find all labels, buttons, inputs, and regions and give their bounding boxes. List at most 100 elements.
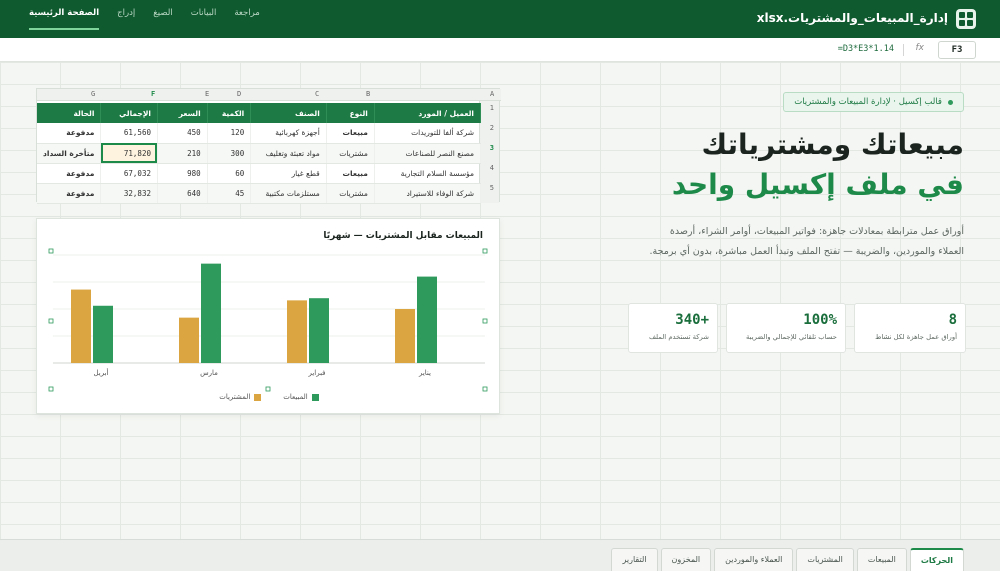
stat-card: 8 أوراق عمل جاهزة لكل نشاط — [854, 303, 966, 353]
badge-dot-icon — [948, 99, 953, 105]
menu-item-insert[interactable]: إدراج — [108, 0, 144, 38]
cell[interactable]: 45 — [207, 183, 252, 204]
stat-card: +340 شركة تستخدم الملف — [628, 303, 718, 353]
menu-item-data[interactable]: البيانات — [182, 0, 226, 38]
bar-purchases — [71, 289, 91, 363]
column-header[interactable]: الحالة — [37, 103, 102, 123]
x-tick-label: أبريل — [93, 368, 108, 377]
tab-sales[interactable]: المبيعات — [856, 548, 907, 571]
col-letter[interactable]: C — [315, 90, 319, 98]
resize-handle — [48, 318, 54, 324]
cell[interactable]: مبيعات — [326, 163, 375, 184]
cell[interactable]: 300 — [207, 143, 252, 164]
resize-handle — [265, 386, 271, 392]
stat-value: 8 — [948, 312, 957, 328]
stat-value: +340 — [675, 312, 709, 328]
cell[interactable]: 61,560 — [100, 123, 158, 144]
cell[interactable]: 450 — [157, 123, 208, 144]
badge-label: قالب إكسيل · لإدارة المبيعات والمشتريات — [794, 97, 942, 107]
table-row: مؤسسة السلام التجارية مبيعات قطع غيار 60… — [37, 163, 482, 184]
col-letter[interactable]: F — [151, 90, 155, 98]
column-header[interactable]: النوع — [326, 103, 375, 123]
tab-customers-suppliers[interactable]: العملاء والموردين — [714, 548, 794, 571]
row-number[interactable]: 3 — [490, 144, 494, 152]
stats-row: 8 أوراق عمل جاهزة لكل نشاط 100% حساب تلق… — [628, 303, 966, 353]
cell[interactable]: مشتريات — [326, 183, 375, 204]
cell[interactable]: شركة الوفاء للاستيراد — [374, 183, 482, 204]
cell[interactable]: مستلزمات مكتبية — [250, 183, 327, 204]
tab-reports[interactable]: التقارير — [611, 548, 658, 571]
col-letter[interactable]: B — [366, 90, 370, 98]
grid-app-icon — [956, 9, 976, 29]
cell[interactable]: مؤسسة السلام التجارية — [374, 163, 482, 184]
resize-handle — [48, 248, 54, 254]
transactions-table: العميل / المورد النوع الصنف الكمية السعر… — [37, 103, 482, 204]
col-letter[interactable]: D — [237, 90, 241, 98]
cell[interactable]: مواد تعبئة وتغليف — [250, 143, 327, 164]
cell[interactable]: 980 — [157, 163, 208, 184]
row-number[interactable]: 5 — [490, 184, 494, 192]
cell[interactable]: مدفوعة — [37, 183, 102, 204]
cell[interactable]: أجهزة كهربائية — [250, 123, 327, 144]
cell[interactable]: متأخرة السداد — [37, 143, 102, 164]
menu-item-review[interactable]: مراجعة — [225, 0, 269, 38]
bar-sales — [93, 305, 113, 363]
cell-reference-box[interactable]: F3 — [938, 41, 976, 59]
menu-item-home[interactable]: الصفحة الرئيسية — [20, 0, 108, 38]
legend-swatch — [311, 393, 319, 401]
table-row: شركة ألفا للتوريدات مبيعات أجهزة كهربائي… — [37, 123, 482, 144]
table-row: شركة الوفاء للاستيراد مشتريات مستلزمات م… — [37, 183, 482, 204]
cell[interactable]: 60 — [207, 163, 252, 184]
cell[interactable]: 640 — [157, 183, 208, 204]
col-letter[interactable]: A — [490, 90, 494, 98]
legend-item: المشتريات — [219, 393, 262, 401]
legend-swatch — [254, 393, 262, 401]
chart-legend: المبيعات المشتريات — [37, 393, 501, 401]
column-header[interactable]: الإجمالي — [100, 103, 158, 123]
chart-card[interactable]: المبيعات مقابل المشتريات — شهريًا يناير ف… — [36, 218, 500, 414]
col-letter[interactable]: G — [91, 90, 95, 98]
spreadsheet: A B C D E F G 1 2 3 4 5 العميل / المورد … — [36, 88, 501, 204]
cell[interactable]: قطع غيار — [250, 163, 327, 184]
cell[interactable]: مدفوعة — [37, 163, 102, 184]
column-header[interactable]: الصنف — [250, 103, 327, 123]
col-letter[interactable]: E — [205, 90, 209, 98]
cell[interactable]: 210 — [157, 143, 208, 164]
x-tick-label: فبراير — [307, 369, 325, 377]
legend-item: المبيعات — [283, 393, 319, 401]
resize-handle — [482, 386, 488, 392]
cell[interactable]: مصنع النصر للصناعات — [374, 143, 482, 164]
row-number[interactable]: 2 — [490, 124, 494, 132]
hero-description: أوراق عمل مترابطة بمعادلات جاهزة: فواتير… — [649, 226, 964, 257]
cell[interactable]: 120 — [207, 123, 252, 144]
sheet-tabbar: الحركات المبيعات المشتريات العملاء والمو… — [0, 539, 1000, 571]
column-header[interactable]: الكمية — [207, 103, 252, 123]
hero-title-line1: مبيعاتك ومشترياتك — [701, 128, 964, 161]
resize-handle — [48, 386, 54, 392]
resize-handle — [482, 318, 488, 324]
menu-item-formulas[interactable]: الصيغ — [144, 0, 181, 38]
divider — [903, 44, 904, 56]
bar-chart: يناير فبراير مارس أبريل — [48, 248, 488, 392]
cell[interactable]: شركة ألفا للتوريدات — [374, 123, 482, 144]
bar-sales — [201, 263, 221, 363]
cell[interactable]: مبيعات — [326, 123, 375, 144]
stat-card: 100% حساب تلقائي للإجمالي والضريبة — [726, 303, 846, 353]
hero-title-line2: في ملف إكسيل واحد — [671, 168, 964, 201]
file-title: إدارة_المبيعات_والمشتريات.xlsx — [756, 11, 948, 25]
column-letters: A B C D E F G — [37, 89, 501, 101]
tab-purchases[interactable]: المشتريات — [796, 548, 854, 571]
tab-transactions[interactable]: الحركات — [909, 548, 964, 571]
tab-inventory[interactable]: المخزون — [660, 548, 712, 571]
cell[interactable]: 32,832 — [100, 183, 158, 204]
selected-cell[interactable]: 71,820 — [100, 143, 158, 164]
formula-input[interactable]: =D3*E3*1.14 — [838, 44, 894, 54]
column-header[interactable]: العميل / المورد — [374, 103, 482, 123]
row-number[interactable]: 4 — [490, 164, 494, 172]
cell[interactable]: مشتريات — [326, 143, 375, 164]
column-header[interactable]: السعر — [157, 103, 208, 123]
cell[interactable]: 67,032 — [100, 163, 158, 184]
row-number[interactable]: 1 — [490, 104, 494, 112]
fx-icon: fx — [915, 43, 925, 53]
cell[interactable]: مدفوعة — [37, 123, 102, 144]
